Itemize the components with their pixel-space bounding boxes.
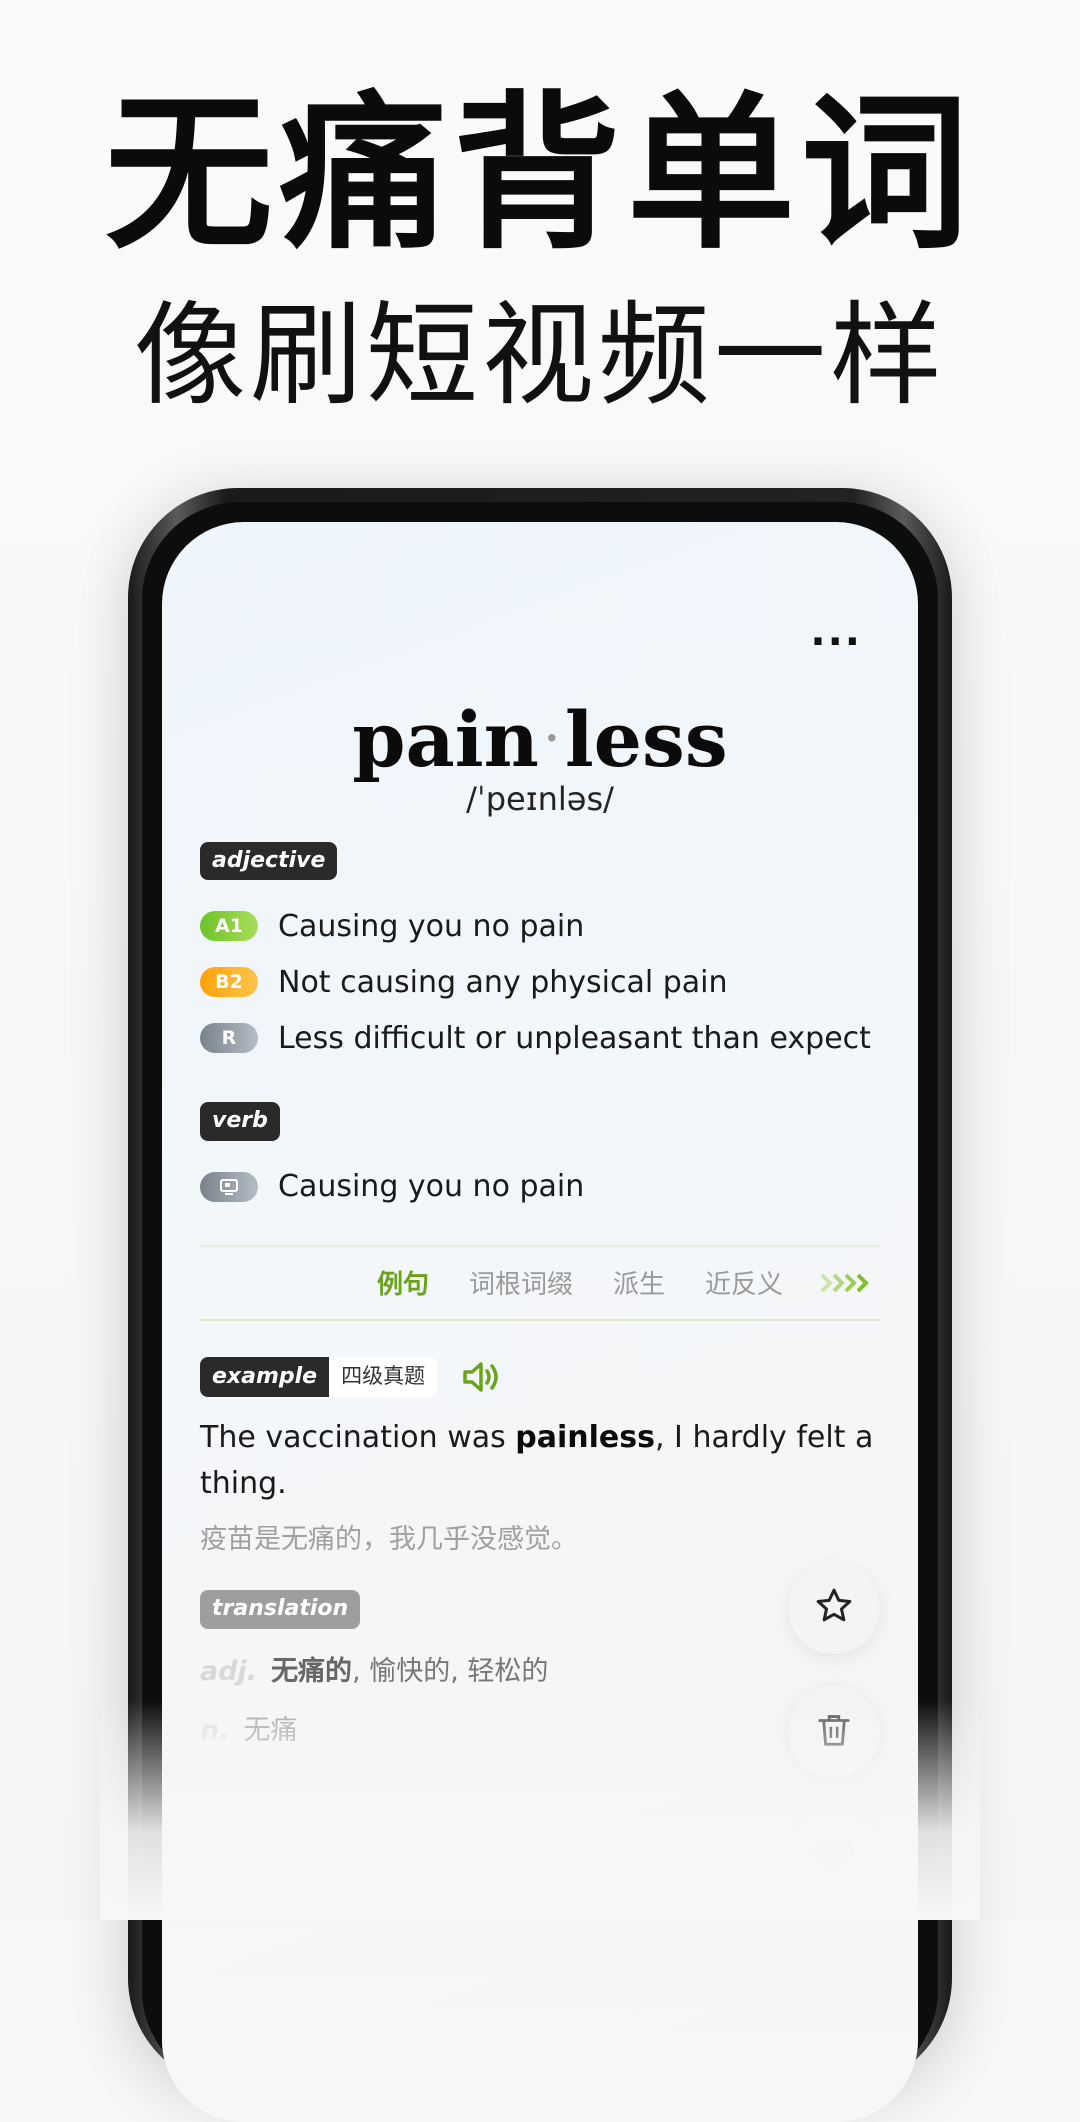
example-sentence: The vaccination was painless, I hardly f… <box>200 1415 880 1507</box>
word-content: adjective A1 Causing you no pain B2 Not … <box>200 842 880 1747</box>
word-phonetic[interactable]: /ˈpeɪnləs/ <box>162 780 918 818</box>
tab-synonyms-antonyms[interactable]: 近反义 <box>705 1264 783 1301</box>
example-header: example 四级真题 <box>200 1356 880 1398</box>
word-syllable-1: pain <box>352 695 539 784</box>
level-badge-a1: A1 <box>200 911 258 942</box>
star-icon <box>814 1586 854 1630</box>
tab-examples[interactable]: 例句 <box>377 1264 429 1301</box>
verb-section: verb Causing you no pain <box>200 1102 880 1214</box>
translation-tag: translation <box>200 1590 361 1629</box>
phone-screen: ··· pain ·less /ˈpeɪnləs/ adjective A1 Ca… <box>162 522 918 2122</box>
translation-row: n. 无痛 <box>200 1708 880 1747</box>
adjective-section: adjective A1 Causing you no pain B2 Not … <box>200 842 880 1066</box>
level-badge-b2: B2 <box>200 967 258 998</box>
tab-roots-affixes[interactable]: 词根词缀 <box>469 1264 573 1301</box>
example-translation: 疫苗是无痛的，我几乎没感觉。 <box>200 1524 578 1556</box>
translation-row: adj. 无痛的, 愉快的, 轻松的 <box>200 1649 880 1688</box>
definition-text: Not causing any physical pain <box>278 964 728 1000</box>
phone-frame: ··· pain ·less /ˈpeɪnləs/ adjective A1 Ca… <box>128 488 952 2122</box>
definition-row[interactable]: R Less difficult or unpleasant than expe… <box>200 1010 880 1066</box>
word-syllable-2: less <box>564 695 728 784</box>
promo-background: 无痛背单词 像刷短视频一样 ··· pain ·less /ˈpeɪnləs/ a… <box>0 0 1080 2122</box>
detail-tabs: 例句 词根词缀 派生 近反义 <box>200 1244 880 1321</box>
promo-headline: 无痛背单词 <box>105 76 975 272</box>
brain-icon <box>811 1834 857 1878</box>
favorite-button[interactable] <box>788 1562 880 1654</box>
speaker-icon[interactable] <box>461 1359 503 1395</box>
pos-tag-adjective: adjective <box>200 842 338 881</box>
example-sentence-start: The vaccination was <box>200 1420 516 1456</box>
promo-subheadline: 像刷短视频一样 <box>134 291 946 421</box>
delete-button[interactable] <box>788 1686 880 1778</box>
translation-pos: n. <box>200 1714 230 1746</box>
screen-icon <box>200 1171 258 1202</box>
definition-text: Less difficult or unpleasant than expect <box>278 1020 871 1056</box>
chevrons-right-icon[interactable] <box>820 1269 876 1302</box>
level-badge-r: R <box>200 1023 258 1054</box>
definition-row[interactable]: Causing you no pain <box>200 1159 880 1215</box>
pos-tag-verb: verb <box>200 1102 280 1141</box>
definition-row[interactable]: A1 Causing you no pain <box>200 898 880 954</box>
definition-text: Causing you no pain <box>278 1169 585 1205</box>
translation-section: translation adj. 无痛的, 愉快的, 轻松的 n. 无痛 <box>200 1556 880 1746</box>
translation-main: 无痛的 <box>271 1655 353 1687</box>
definition-text: Causing you no pain <box>278 908 585 944</box>
translation-rest: , 愉快的, 轻松的 <box>352 1655 549 1687</box>
more-options-button[interactable]: ··· <box>810 622 862 662</box>
verb-definitions: Causing you no pain <box>200 1159 880 1215</box>
translation-rest: 无痛 <box>243 1714 298 1746</box>
example-tag: example <box>200 1356 330 1398</box>
trash-icon <box>815 1710 853 1754</box>
translation-pos: adj. <box>200 1655 258 1687</box>
word-title: pain ·less <box>162 702 918 778</box>
syllable-separator: · <box>544 715 559 762</box>
definition-row[interactable]: B2 Not causing any physical pain <box>200 954 880 1010</box>
memory-button[interactable] <box>788 1810 880 1902</box>
exam-source-badge: 四级真题 <box>329 1357 438 1397</box>
example-keyword: painless <box>515 1420 655 1456</box>
adjective-definitions: A1 Causing you no pain B2 Not causing an… <box>200 898 880 1066</box>
example-section: example 四级真题 The vaccination was painles… <box>200 1356 880 1556</box>
tab-derivatives[interactable]: 派生 <box>613 1264 665 1301</box>
